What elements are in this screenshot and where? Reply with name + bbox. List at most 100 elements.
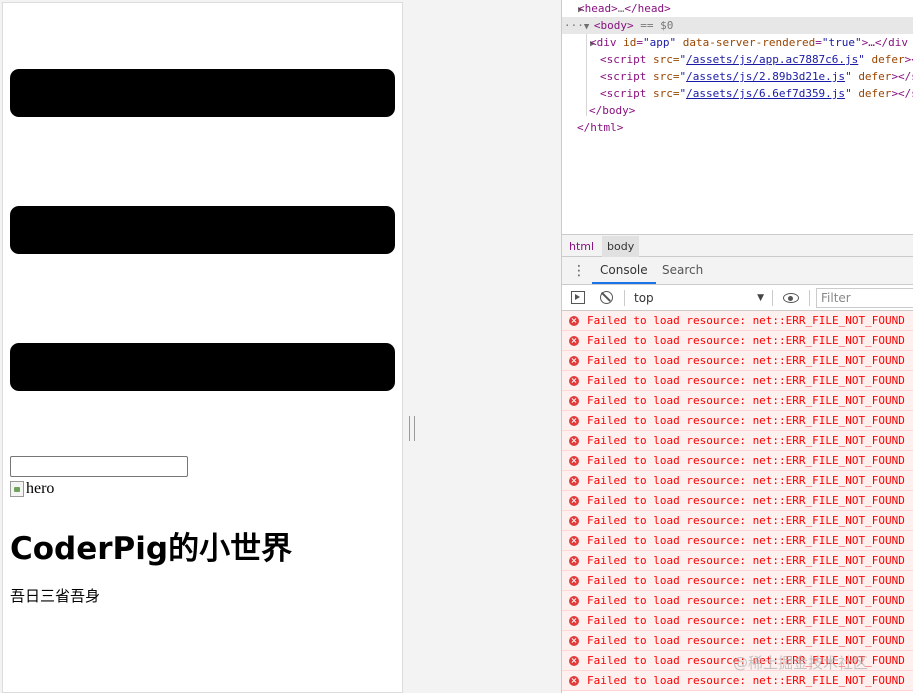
error-icon: × bbox=[569, 516, 579, 526]
site-description: 吾日三省吾身 bbox=[10, 587, 101, 605]
broken-image-icon bbox=[10, 481, 24, 497]
console-error-row[interactable]: × Failed to load resource: net::ERR_FILE_… bbox=[562, 631, 913, 651]
page-text-input[interactable] bbox=[10, 456, 188, 477]
console-error-row[interactable]: × Failed to load resource: net::ERR_FILE_… bbox=[562, 411, 913, 431]
script-src-link[interactable]: /assets/js/app.ac7887c6.js bbox=[686, 53, 858, 66]
error-icon: × bbox=[569, 496, 579, 506]
selected-node-marker: == $0 bbox=[633, 19, 674, 32]
breadcrumb: html body bbox=[562, 234, 913, 257]
clear-console-icon[interactable] bbox=[600, 291, 613, 304]
error-icon: × bbox=[569, 396, 579, 406]
pane-splitter[interactable] bbox=[403, 0, 421, 693]
div-open-tag: <div bbox=[590, 36, 617, 49]
error-icon: × bbox=[569, 356, 579, 366]
tab-console[interactable]: Console bbox=[592, 257, 656, 284]
console-filter-input[interactable] bbox=[816, 288, 913, 308]
console-error-row[interactable]: × Failed to load resource: net::ERR_FILE_… bbox=[562, 531, 913, 551]
console-messages: ×Failed to load resource: net::ERR_FILE_… bbox=[562, 311, 913, 693]
black-bar-1 bbox=[10, 69, 395, 117]
attr-name: src= bbox=[652, 70, 680, 83]
console-error-row[interactable]: × Failed to load resource: net::ERR_FILE_… bbox=[562, 491, 913, 511]
script-open-tag: <script bbox=[600, 87, 647, 100]
site-title: CoderPig的小世界 bbox=[10, 531, 293, 567]
console-error-row[interactable]: × Failed to load resource: net::ERR_FILE_… bbox=[562, 511, 913, 531]
console-error-row[interactable]: × Failed to load resource: net::ERR_FILE_… bbox=[562, 471, 913, 491]
sidebar-toggle-icon[interactable] bbox=[571, 291, 585, 304]
console-error-text: Failed to load resource: net::ERR_FILE_N… bbox=[587, 634, 905, 647]
tree-node-script-1[interactable]: <script src="/assets/js/app.ac7887c6.js"… bbox=[562, 51, 913, 68]
console-error-text: Failed to load resource: net::ERR_FILE_N… bbox=[587, 474, 905, 487]
error-icon: × bbox=[569, 536, 579, 546]
live-expression-eye-icon[interactable] bbox=[783, 293, 799, 303]
console-error-row[interactable]: × Failed to load resource: net::ERR_FILE_… bbox=[562, 611, 913, 631]
tree-node-html-close[interactable]: </html> bbox=[562, 119, 913, 136]
console-error-text: Failed to load resource: net::ERR_FILE_N… bbox=[587, 514, 905, 527]
console-error-row[interactable]: × Failed to load resource: net::ERR_FILE_… bbox=[562, 351, 913, 371]
console-error-text: Failed to load resource: net::ERR_FILE_N… bbox=[587, 574, 905, 587]
more-dots-icon[interactable]: ··· bbox=[562, 19, 584, 32]
console-error-row[interactable]: × Failed to load resource: net::ERR_FILE_… bbox=[562, 431, 913, 451]
tree-node-body[interactable]: ···▼ <body> == $0 bbox=[562, 17, 913, 34]
error-icon: × bbox=[569, 476, 579, 486]
error-icon: × bbox=[569, 616, 579, 626]
console-error-row[interactable]: × Failed to load resource: net::ERR_FILE_… bbox=[562, 371, 913, 391]
console-error-row[interactable]: × Failed to load resource: net::ERR_FILE_… bbox=[562, 671, 913, 691]
console-error-text: Failed to load resource: net::ERR_FILE_N… bbox=[587, 594, 905, 607]
page-viewport: hero CoderPig的小世界 吾日三省吾身 bbox=[2, 2, 403, 693]
script-close-tag: ></s bbox=[891, 70, 913, 83]
attr-name: defer bbox=[858, 87, 892, 100]
hero-image: hero bbox=[10, 479, 54, 499]
hero-image-alt: hero bbox=[26, 480, 55, 497]
toolbar-divider bbox=[772, 290, 773, 306]
console-error-text: Failed to load resource: net::ERR_FILE_N… bbox=[587, 314, 905, 327]
head-open-tag: <head> bbox=[578, 2, 618, 15]
console-error-row[interactable]: × Failed to load resource: net::ERR_FILE_… bbox=[562, 571, 913, 591]
console-error-row[interactable]: × Failed to load resource: net::ERR_FILE_… bbox=[562, 591, 913, 611]
console-error-row[interactable]: × Failed to load resource: net::ERR_FILE_… bbox=[562, 551, 913, 571]
console-error-text: Failed to load resource: net::ERR_FILE_N… bbox=[587, 394, 905, 407]
tree-node-div-app[interactable]: ▶<div id="app" data-server-rendered="tru… bbox=[562, 34, 913, 51]
attr-name: data-server-rendered bbox=[682, 36, 816, 49]
tree-node-script-2[interactable]: <script src="/assets/js/2.89b3d21e.js" d… bbox=[562, 68, 913, 85]
attr-value: "true" bbox=[821, 36, 862, 49]
script-close-tag: ></s bbox=[891, 87, 913, 100]
context-select[interactable]: top ▼ bbox=[634, 289, 768, 307]
toolbar-divider bbox=[624, 290, 625, 306]
black-bar-3 bbox=[10, 343, 395, 391]
console-error-row[interactable]: × Failed to load resource: net::ERR_FILE_… bbox=[562, 391, 913, 411]
script-src-link[interactable]: /assets/js/6.6ef7d359.js bbox=[686, 87, 845, 100]
script-close-tag: ></s bbox=[904, 53, 913, 66]
kebab-menu-icon[interactable]: ⋮ bbox=[572, 263, 586, 279]
splitter-grip-icon[interactable] bbox=[409, 416, 415, 441]
console-error-text: Failed to load resource: net::ERR_FILE_N… bbox=[587, 614, 905, 627]
body-open-tag: <body> bbox=[593, 19, 634, 32]
context-select-value: top bbox=[634, 291, 654, 305]
error-icon: × bbox=[569, 436, 579, 446]
tab-search[interactable]: Search bbox=[654, 257, 711, 284]
devtools-panel: ▶<head>…</head> ···▼ <body> == $0 ▶<div i… bbox=[561, 0, 913, 693]
tree-node-body-close[interactable]: </body> bbox=[562, 102, 913, 119]
console-error-row[interactable]: × Failed to load resource: net::ERR_FILE_… bbox=[562, 331, 913, 351]
console-error-text: Failed to load resource: net::ERR_FILE_N… bbox=[587, 354, 905, 367]
console-error-text: Failed to load resource: net::ERR_FILE_N… bbox=[587, 674, 905, 687]
tree-node-script-3[interactable]: <script src="/assets/js/6.6ef7d359.js" d… bbox=[562, 85, 913, 102]
script-open-tag: <script bbox=[600, 70, 647, 83]
console-error-row[interactable]: × Failed to load resource: net::ERR_FILE_… bbox=[562, 451, 913, 471]
error-icon: × bbox=[569, 656, 579, 666]
error-icon: × bbox=[569, 556, 579, 566]
error-icon: × bbox=[569, 596, 579, 606]
toolbar-divider bbox=[809, 290, 810, 306]
console-error-text: Failed to load resource: net::ERR_FILE_N… bbox=[587, 374, 905, 387]
attr-name: id bbox=[623, 36, 637, 49]
console-error-row[interactable]: × Failed to load resource: net::ERR_FILE_… bbox=[562, 311, 913, 331]
error-icon: × bbox=[569, 336, 579, 346]
head-close-tag: </head> bbox=[624, 2, 671, 15]
script-src-link[interactable]: /assets/js/2.89b3d21e.js bbox=[686, 70, 845, 83]
error-icon: × bbox=[569, 316, 579, 326]
attr-name: defer bbox=[871, 53, 905, 66]
tree-node-head[interactable]: ▶<head>…</head> bbox=[562, 0, 913, 17]
error-icon: × bbox=[569, 456, 579, 466]
breadcrumb-html[interactable]: html bbox=[564, 239, 599, 254]
breadcrumb-body[interactable]: body bbox=[602, 236, 640, 257]
dropdown-arrow-icon: ▼ bbox=[757, 293, 764, 303]
